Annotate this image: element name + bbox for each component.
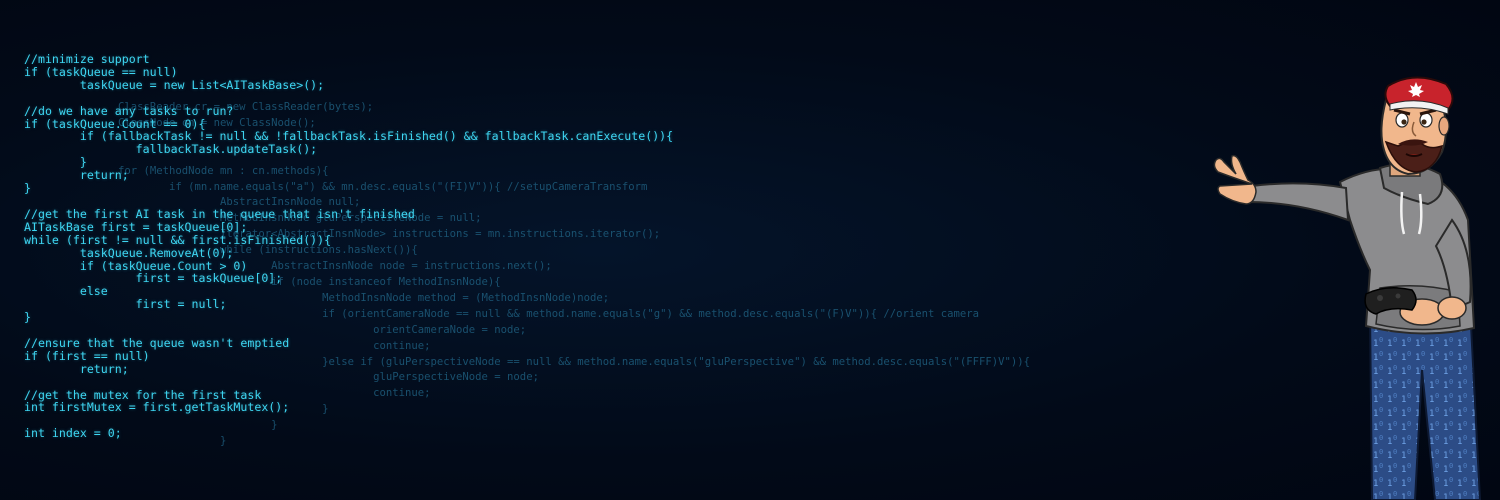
pointing-arm <box>1246 182 1350 222</box>
foreground-code-text: //minimize support if (taskQueue == null… <box>24 52 674 441</box>
header-banner: ClassReader cr = new ClassReader(bytes);… <box>0 0 1500 500</box>
jeans <box>1368 304 1482 500</box>
cartoon-developer-figure: 1 0 <box>1213 76 1482 500</box>
pointing-hand <box>1213 154 1257 205</box>
